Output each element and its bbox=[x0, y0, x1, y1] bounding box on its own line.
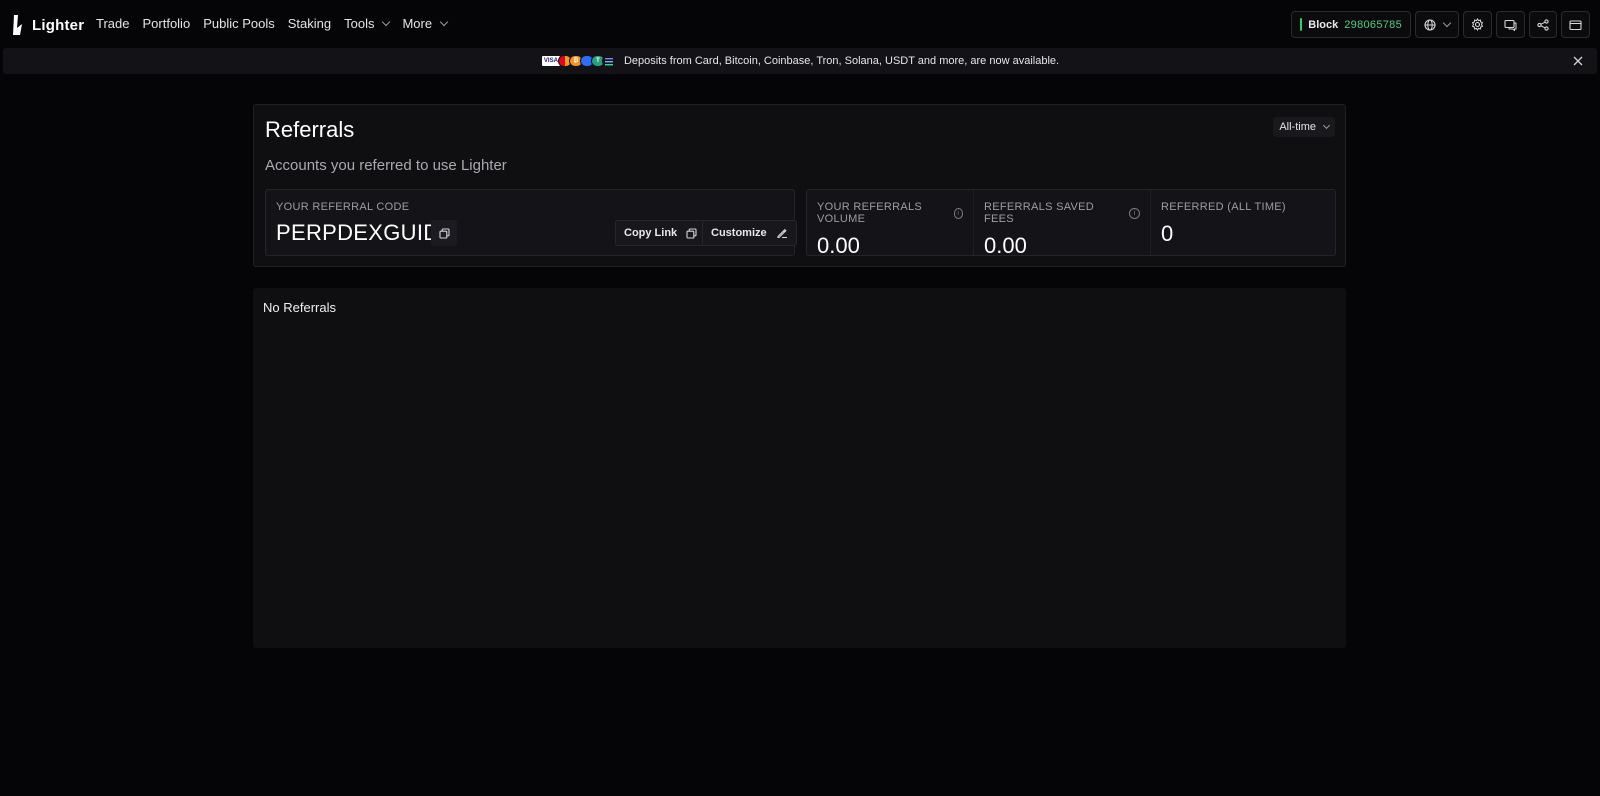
nav-item-public-pools[interactable]: Public Pools bbox=[203, 16, 275, 31]
stat-label-row: REFERRED (ALL TIME) bbox=[1161, 201, 1325, 213]
chevron-down-icon bbox=[382, 17, 391, 26]
nav-label: Portfolio bbox=[142, 16, 191, 31]
block-indicator: Block 298065785 bbox=[1291, 11, 1411, 38]
block-number: 298065785 bbox=[1344, 18, 1402, 31]
main-nav: Trade Portfolio Public Pools Staking Too… bbox=[96, 16, 449, 31]
close-icon[interactable] bbox=[1571, 54, 1585, 68]
wallet-button[interactable] bbox=[1561, 11, 1590, 38]
stat-label: REFERRED (ALL TIME) bbox=[1161, 201, 1286, 213]
referral-code-box: YOUR REFERRAL CODE PERPDEXGUIDE Copy Lin… bbox=[265, 189, 797, 256]
globe-icon bbox=[1424, 18, 1436, 31]
brand-logo[interactable]: Lighter bbox=[12, 14, 84, 36]
stat-label-row: YOUR REFERRALS VOLUME i bbox=[817, 201, 963, 225]
deposit-banner: VISA ₿ T Deposits from Card, Bitcoin, Co… bbox=[3, 48, 1597, 74]
chevron-down-icon bbox=[1442, 18, 1452, 27]
chat-icon bbox=[1504, 19, 1517, 31]
stat-label: YOUR REFERRALS VOLUME bbox=[817, 201, 923, 225]
header-tools: Block 298065785 bbox=[1291, 11, 1590, 38]
copy-icon bbox=[686, 227, 697, 239]
nav-item-portfolio[interactable]: Portfolio bbox=[142, 16, 190, 31]
referrals-card: Referrals Accounts you referred to use L… bbox=[253, 104, 1346, 267]
stat-value: 0.00 bbox=[817, 233, 860, 258]
stat-value: 0 bbox=[1161, 221, 1174, 246]
page-subtitle: Accounts you referred to use Lighter bbox=[265, 157, 507, 174]
referrals-list-panel: No Referrals bbox=[253, 288, 1346, 648]
edit-icon bbox=[777, 228, 787, 239]
nav-item-more[interactable]: More bbox=[402, 16, 449, 31]
block-label: Block bbox=[1308, 18, 1339, 31]
top-navbar: Lighter Trade Portfolio Public Pools Sta… bbox=[0, 0, 1600, 48]
payment-methods-icons: VISA ₿ T bbox=[540, 55, 616, 67]
referral-stats: YOUR REFERRALS VOLUME i 0.00 REFERRALS S… bbox=[806, 189, 1336, 258]
copy-code-button[interactable] bbox=[431, 220, 457, 246]
copy-link-button[interactable]: Copy Link bbox=[615, 220, 707, 246]
customize-label: Customize bbox=[711, 227, 767, 239]
info-icon[interactable]: i bbox=[1129, 207, 1140, 219]
stat-referrals-saved-fees: REFERRALS SAVED FEES i 0.00 bbox=[973, 190, 1150, 258]
settings-button[interactable] bbox=[1463, 11, 1492, 38]
chevron-down-icon bbox=[439, 17, 449, 26]
feedback-button[interactable] bbox=[1496, 11, 1525, 38]
nav-item-tools[interactable]: Tools bbox=[344, 16, 391, 31]
nav-item-staking[interactable]: Staking bbox=[288, 16, 331, 31]
share-button[interactable] bbox=[1529, 11, 1557, 38]
page-title: Referrals bbox=[265, 117, 355, 142]
block-status-bar bbox=[1300, 18, 1303, 31]
share-icon bbox=[1537, 18, 1549, 31]
stat-label: REFERRALS SAVED FEES bbox=[984, 201, 1095, 225]
banner-message: Deposits from Card, Bitcoin, Coinbase, T… bbox=[623, 55, 1060, 67]
wallet-icon bbox=[1569, 19, 1582, 30]
chevron-down-icon bbox=[1322, 121, 1331, 130]
nav-item-trade[interactable]: Trade bbox=[96, 16, 129, 31]
language-button[interactable] bbox=[1415, 11, 1459, 38]
time-range-select[interactable]: All-time bbox=[1273, 117, 1335, 137]
time-range-value: All-time bbox=[1279, 121, 1316, 133]
info-icon[interactable]: i bbox=[953, 207, 963, 219]
stat-referred-all-time: REFERRED (ALL TIME) 0 bbox=[1150, 190, 1335, 255]
empty-state-message: No Referrals bbox=[263, 300, 336, 315]
brand-name: Lighter bbox=[32, 16, 85, 34]
stat-value: 0.00 bbox=[984, 233, 1027, 258]
customize-button[interactable]: Customize bbox=[702, 220, 797, 246]
stat-label-row: REFERRALS SAVED FEES i bbox=[984, 201, 1140, 225]
nav-label: Trade bbox=[96, 16, 130, 31]
referral-code-label: YOUR REFERRAL CODE bbox=[276, 201, 410, 213]
copy-link-label: Copy Link bbox=[624, 227, 678, 239]
nav-label: Tools bbox=[344, 16, 375, 31]
copy-icon bbox=[438, 227, 450, 239]
gear-icon bbox=[1471, 18, 1484, 31]
nav-label: Public Pools bbox=[203, 16, 275, 31]
nav-label: Staking bbox=[287, 16, 332, 31]
lighter-logo-icon bbox=[13, 15, 22, 35]
stat-referrals-volume: YOUR REFERRALS VOLUME i 0.00 bbox=[807, 190, 973, 258]
solana-icon bbox=[601, 55, 616, 67]
nav-label: More bbox=[402, 16, 433, 31]
referral-code-value: PERPDEXGUIDE bbox=[276, 220, 455, 245]
